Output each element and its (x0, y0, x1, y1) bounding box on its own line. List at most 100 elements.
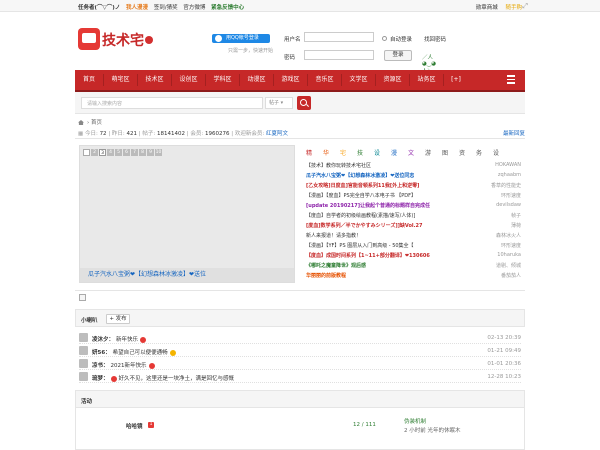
thread-title[interactable]: 瓜子汽水八宝粥❤【幻想森林冰激凌】❤送位同志 (306, 172, 414, 179)
my-hero-link[interactable]: 我人漫漫 (126, 5, 148, 11)
username-input[interactable] (304, 32, 374, 42)
list-item[interactable]: 【度血】成国时间系列【1~11+部分翻译】❤130606 10haruka (306, 252, 521, 260)
search-type-select[interactable]: 帖子 ▾ (265, 97, 293, 109)
activity-name[interactable]: 哈哈镜 (126, 422, 143, 430)
banner-image[interactable] (79, 294, 521, 302)
thread-title[interactable]: [update 20190217]让我起个普通的标题样自完成任 (306, 202, 430, 209)
thread-title[interactable]: 华丽丽的前版教程 (306, 272, 346, 279)
thread-title[interactable]: 新人来报道！请多指教！ (306, 232, 361, 239)
nav-item-science[interactable]: 学科区 (206, 70, 239, 90)
official-weibo-link[interactable]: 官方微博 (183, 5, 205, 11)
avatar[interactable] (79, 346, 88, 355)
thread-author[interactable]: 森林冰火人 (496, 232, 521, 239)
thread-title[interactable]: 【技术】教你玩转技术宅社区 (306, 162, 371, 169)
thread-author[interactable]: 薄荷 (511, 222, 521, 229)
thread-author[interactable]: 番茄茄人 (501, 272, 521, 279)
nav-item-admin[interactable]: 站务区 (410, 70, 443, 90)
list-item[interactable]: 【漫画】【YF】PS 图层从入门到高级 - 50集全【 环形速度 (306, 242, 521, 250)
thread-title[interactable]: 《哪吒之魔童降世》观后感 (306, 262, 366, 269)
login-button[interactable]: 登录 (384, 50, 412, 61)
shop-link[interactable]: 勋章商城 (476, 5, 498, 11)
doing-user[interactable]: 妍56： (92, 350, 111, 356)
search-icon[interactable] (297, 96, 311, 110)
doing-user[interactable]: 凌沐夕： (92, 337, 114, 343)
slide-dot[interactable]: 10 (155, 149, 162, 156)
checkin-link[interactable]: 签到/猜奖 (154, 5, 178, 11)
slide-dot[interactable]: 6 (123, 149, 130, 156)
slide-dot[interactable]: 7 (131, 149, 138, 156)
thread-author[interactable]: 环形速度 (501, 192, 521, 199)
tab-admin[interactable]: 务 (476, 148, 482, 157)
thread-author[interactable]: 10haruka (497, 252, 521, 258)
tab-featured[interactable]: 精 (306, 148, 312, 157)
nav-item-moe[interactable]: 萌宅区 (104, 70, 137, 90)
slide-dot[interactable]: 9 (147, 149, 154, 156)
nav-item-tech[interactable]: 技术区 (138, 70, 171, 90)
thread-title[interactable]: 【漫画】【YF】PS 图层从入门到高级 - 50集全【 (306, 242, 414, 249)
menu-icon[interactable] (507, 75, 515, 84)
slide-dot[interactable]: 2 (91, 149, 98, 156)
avatar[interactable] (79, 372, 88, 381)
list-item[interactable]: 华丽丽的前版教程 番茄茄人 (306, 272, 521, 280)
nav-item-design[interactable]: 设创区 (172, 70, 205, 90)
list-item[interactable]: 瓜子汽水八宝粥❤【幻想森林冰激凌】❤送位同志 zqhaabm (306, 172, 521, 180)
tab-hot[interactable]: 华 (323, 148, 329, 157)
thread-title[interactable]: 【度血】成国时间系列【1~11+部分翻译】❤130606 (306, 252, 430, 259)
tab-game[interactable]: 游 (425, 148, 431, 157)
doing-user[interactable]: 琉梦： (92, 376, 109, 382)
user-name[interactable]: 任务者(⌒▽⌒)ノ (78, 5, 120, 11)
list-item[interactable]: [乙女攻略]日度血]官能音顿系列11我[外上和逆零] 香草的性能史 (306, 182, 521, 190)
find-password-link[interactable]: 找回密码 (424, 35, 446, 43)
thread-author[interactable]: 环形速度 (501, 242, 521, 249)
post-doing-button[interactable]: + 发布 (106, 314, 130, 324)
password-input[interactable] (304, 50, 374, 60)
avatar[interactable] (79, 333, 88, 342)
doing-user[interactable]: 凉书： (92, 363, 109, 369)
tab-settings[interactable]: 设 (493, 148, 499, 157)
list-item[interactable]: 【技术】教你玩转技术宅社区 HOKAWAN (306, 162, 521, 170)
tab-literature[interactable]: 文 (408, 148, 414, 157)
newest-member-link[interactable]: 红夏阿文 (266, 131, 288, 137)
nav-item-literature[interactable]: 文学区 (342, 70, 375, 90)
breadcrumb-current[interactable]: 首页 (91, 120, 102, 126)
thread-title[interactable]: [乙女攻略]日度血]官能音顿系列11我[外上和逆零] (306, 182, 419, 189)
thread-author[interactable]: zqhaabm (498, 172, 521, 178)
thread-author[interactable]: 香草的性能史 (491, 182, 521, 189)
slide-dot[interactable]: 4 (107, 149, 114, 156)
list-item[interactable]: [度血]数学系列／半でかやすみシリーズ]]缺Vol.27 薄荷 (306, 222, 521, 230)
nav-item-home[interactable]: 首页 (75, 70, 103, 90)
feedback-link[interactable]: 紧急反馈中心 (211, 5, 244, 11)
slide-caption[interactable]: 瓜子汽水八宝粥❤【幻想森林冰激凌】❤送位 (80, 268, 294, 282)
nav-item-resource[interactable]: 资源区 (376, 70, 409, 90)
site-logo[interactable]: 技术宅 (78, 28, 158, 56)
nav-item-more[interactable]: [+] (444, 70, 468, 90)
qq-login-button[interactable]: 用QQ帐号登录 (212, 34, 270, 43)
home-icon[interactable] (78, 120, 84, 125)
thread-title[interactable]: 【度血】自学者的初级绘画教程(素描/速写/人体)] (306, 212, 415, 219)
tab-design[interactable]: 设 (374, 148, 380, 157)
nav-item-game[interactable]: 游戏区 (274, 70, 307, 90)
activity-event-title[interactable]: 伪装机制 (404, 417, 426, 425)
avatar[interactable] (79, 359, 88, 368)
list-item[interactable]: 新人来报道！请多指教！ 森林冰火人 (306, 232, 521, 240)
latest-replies-link[interactable]: 最新回复 (503, 129, 525, 137)
nav-item-music[interactable]: 音乐区 (308, 70, 341, 90)
expand-icon[interactable]: ⤢ (522, 2, 528, 11)
list-item[interactable]: 【漫画】【度血】PS完全自学八本电子书 【PDF】 环形速度 (306, 192, 521, 200)
list-item[interactable]: 【度血】自学者的初级绘画教程(素描/速写/人体)] 帧子 (306, 212, 521, 220)
tab-anime[interactable]: 漫 (391, 148, 397, 157)
list-item[interactable]: 《哪吒之魔童降世》观后感 道剔、倾城 (306, 262, 521, 270)
auto-login-checkbox[interactable] (382, 36, 387, 41)
tab-resource[interactable]: 资 (459, 148, 465, 157)
thread-author[interactable]: devilsdaw (496, 202, 521, 208)
thread-title[interactable]: [度血]数学系列／半でかやすみシリーズ]]缺Vol.27 (306, 222, 423, 229)
tab-image[interactable]: 图 (442, 148, 448, 157)
lottery-link[interactable]: 随手购 (505, 5, 522, 11)
thread-author[interactable]: 道剔、倾城 (496, 262, 521, 269)
thread-author[interactable]: HOKAWAN (495, 162, 521, 168)
tab-tech[interactable]: 技 (357, 148, 363, 157)
slide-dot[interactable]: 8 (139, 149, 146, 156)
thread-title[interactable]: 【漫画】【度血】PS完全自学八本电子书 【PDF】 (306, 192, 416, 199)
featured-slideshow[interactable]: 2 3 4 5 6 7 8 9 10 瓜子汽水八宝粥❤【幻想森林冰激凌】❤送位 (79, 145, 295, 283)
slide-dot[interactable]: 5 (115, 149, 122, 156)
